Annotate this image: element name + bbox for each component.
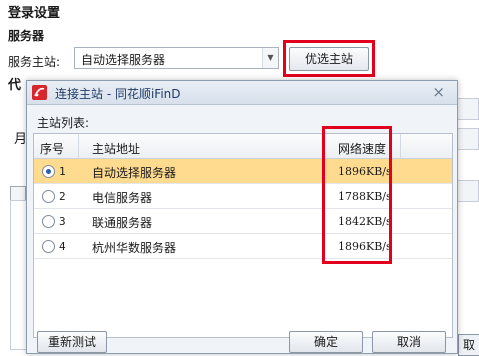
row-address: 自动选择服务器 <box>92 166 177 180</box>
row-number: 1 <box>59 165 66 178</box>
column-divider <box>78 134 79 159</box>
cancel-button[interactable]: 取消 <box>372 331 446 353</box>
server-select[interactable]: 自动选择服务器 ▼ <box>74 47 279 69</box>
server-list-caption: 主站列表: <box>37 116 90 130</box>
partial-input-1[interactable] <box>455 98 479 120</box>
column-divider <box>400 134 401 159</box>
row-address: 杭州华数服务器 <box>92 241 177 255</box>
chevron-down-icon[interactable]: ▼ <box>262 48 278 68</box>
partial-section-heading: 代 <box>8 78 22 93</box>
radio-button[interactable] <box>42 190 55 203</box>
ok-button[interactable]: 确定 <box>289 331 363 353</box>
retest-button[interactable]: 重新测试 <box>37 331 107 353</box>
server-select-value: 自动选择服务器 <box>81 53 166 67</box>
radio-button[interactable] <box>42 165 55 178</box>
row-number: 3 <box>59 215 66 228</box>
row-address: 联通服务器 <box>92 216 153 230</box>
optimize-server-button[interactable]: 优选主站 <box>289 47 369 71</box>
partial-input-3[interactable] <box>455 180 479 202</box>
dialog-title: 连接主站 - 同花顺iFinD <box>55 87 181 101</box>
column-header-index[interactable]: 序号 <box>40 140 64 157</box>
radio-button[interactable] <box>42 215 55 228</box>
connect-server-dialog: 连接主站 - 同花顺iFinD × 主站列表: 序号 主站地址 网络速度 1 自… <box>26 80 458 354</box>
app-logo-icon <box>32 85 47 100</box>
server-section-heading: 服务器 <box>8 29 45 43</box>
close-icon[interactable]: × <box>432 83 445 101</box>
radio-button[interactable] <box>42 240 55 253</box>
row-number: 4 <box>59 240 66 253</box>
partial-cancel-button[interactable]: 取 <box>458 334 479 356</box>
dialog-titlebar: 连接主站 - 同花顺iFinD × <box>27 81 457 105</box>
column-header-address[interactable]: 主站地址 <box>92 140 140 157</box>
settings-title: 登录设置 <box>8 6 61 21</box>
row-address: 电信服务器 <box>92 191 153 205</box>
server-label: 服务主站: <box>8 55 61 69</box>
highlight-box-speed <box>322 126 392 264</box>
partial-input-2[interactable] <box>455 128 479 150</box>
row-number: 2 <box>59 190 66 203</box>
